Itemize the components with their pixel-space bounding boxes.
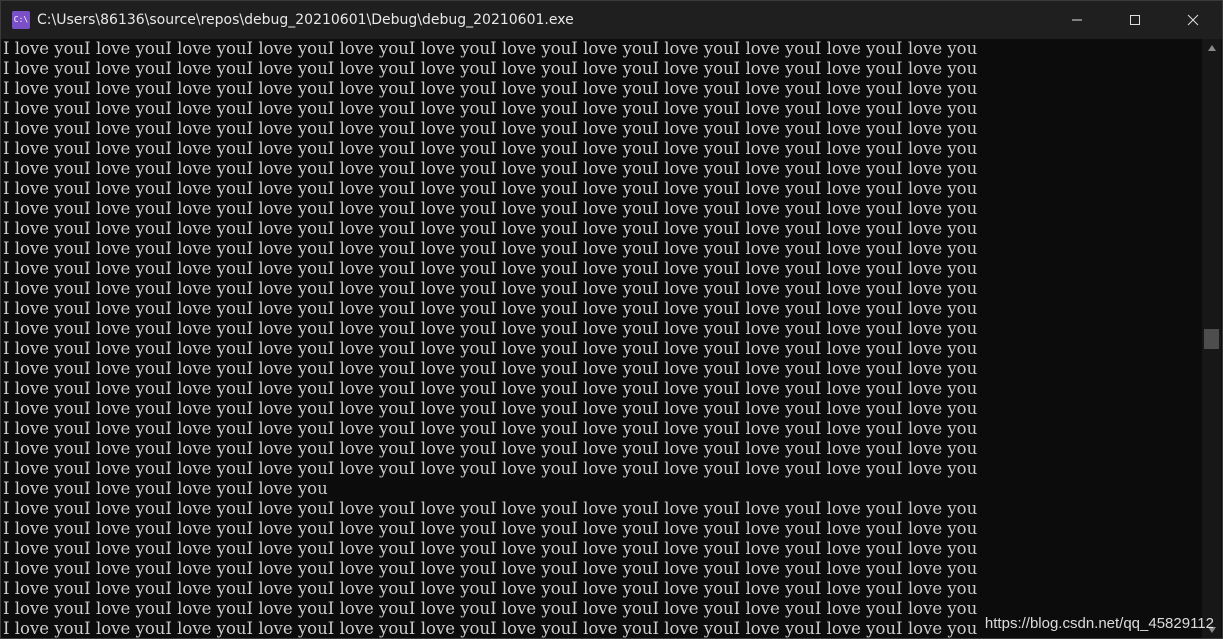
maximize-button[interactable] [1106, 1, 1164, 39]
console-line: I love youI love youI love youI love you… [3, 519, 978, 538]
scroll-up-button[interactable] [1202, 41, 1221, 55]
console-line: I love youI love youI love youI love you… [3, 279, 978, 298]
console-line: I love youI love youI love youI love you… [3, 339, 978, 358]
console-line: I love youI love youI love youI love you… [3, 499, 978, 518]
console-line: I love youI love youI love youI love you… [3, 439, 978, 458]
console-output[interactable]: I love youI love youI love youI love you… [1, 39, 1202, 638]
console-line: I love youI love youI love youI love you… [3, 379, 978, 398]
console-app-icon: C:\ [12, 11, 30, 29]
console-line: I love youI love youI love youI love you… [3, 419, 978, 438]
close-button[interactable] [1164, 1, 1222, 39]
console-line: I love youI love youI love youI love you… [3, 459, 978, 478]
console-window: C:\ C:\Users\86136\source\repos\debug_20… [0, 0, 1223, 639]
console-line: I love youI love youI love youI love you… [3, 399, 978, 418]
console-line: I love youI love youI love youI love you… [3, 119, 978, 138]
console-line: I love youI love youI love youI love you… [3, 159, 978, 178]
scrollbar-thumb[interactable] [1204, 329, 1219, 349]
console-line: I love youI love youI love youI love you [3, 479, 328, 498]
watermark-text: https://blog.csdn.net/qq_45829112 [984, 615, 1214, 632]
console-line: I love youI love youI love youI love you… [3, 59, 978, 78]
console-line: I love youI love youI love youI love you… [3, 239, 978, 258]
console-line: I love youI love youI love youI love you… [3, 99, 978, 118]
console-line: I love youI love youI love youI love you… [3, 579, 978, 598]
title-bar[interactable]: C:\ C:\Users\86136\source\repos\debug_20… [1, 1, 1222, 39]
console-line: I love youI love youI love youI love you… [3, 319, 978, 338]
triangle-up-icon [1207, 45, 1216, 51]
console-line: I love youI love youI love youI love you… [3, 559, 978, 578]
console-line: I love youI love youI love youI love you… [3, 299, 978, 318]
console-line: I love youI love youI love youI love you… [3, 199, 978, 218]
window-title: C:\Users\86136\source\repos\debug_202106… [37, 12, 574, 28]
console-line: I love youI love youI love youI love you… [3, 359, 978, 378]
console-line: I love youI love youI love youI love you… [3, 139, 978, 158]
minimize-button[interactable] [1048, 1, 1106, 39]
console-line: I love youI love youI love youI love you… [3, 259, 978, 278]
console-line: I love youI love youI love youI love you… [3, 179, 978, 198]
close-icon [1187, 14, 1199, 26]
console-line: I love youI love youI love youI love you… [3, 539, 978, 558]
minimize-icon [1072, 19, 1082, 21]
maximize-icon [1130, 15, 1140, 25]
console-line: I love youI love youI love youI love you… [3, 39, 978, 58]
console-line: I love youI love youI love youI love you… [3, 79, 978, 98]
vertical-scrollbar[interactable] [1202, 39, 1221, 638]
console-line: I love youI love youI love youI love you… [3, 219, 978, 238]
caption-buttons [1048, 1, 1222, 39]
